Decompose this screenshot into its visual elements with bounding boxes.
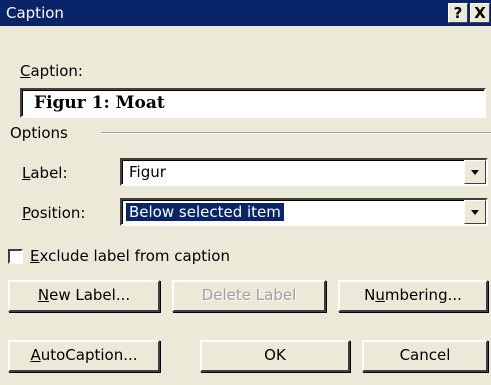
close-button[interactable]: X <box>470 3 490 23</box>
position-dropdown[interactable]: Below selected item <box>120 198 488 226</box>
caption-label: Caption: <box>20 62 83 80</box>
delete-label-button[interactable]: Delete Label <box>172 280 326 312</box>
title-bar[interactable]: Caption ? X <box>0 0 491 26</box>
numbering-pre: N <box>364 286 376 304</box>
label-field-rest: abel: <box>30 164 68 182</box>
caption-input[interactable]: Figur 1: Moat <box>20 88 486 118</box>
autocaption-button[interactable]: AutoCaption... <box>8 340 160 372</box>
new-label-button[interactable]: New Label... <box>8 280 160 312</box>
window-title: Caption <box>6 4 64 22</box>
autocaption-accel: A <box>30 346 41 364</box>
new-label-rest: ew Label... <box>49 286 131 304</box>
exclude-label-checkbox[interactable] <box>8 249 23 264</box>
label-dropdown-value: Figur <box>129 163 166 181</box>
caption-dialog: Caption ? X Caption: Figur 1: Moat Optio… <box>0 0 491 385</box>
numbering-button[interactable]: Numbering... <box>338 280 488 312</box>
caption-input-value: Figur 1: Moat <box>34 93 165 113</box>
options-group-label: Options <box>10 124 68 142</box>
label-dropdown-arrow-icon[interactable] <box>464 160 486 184</box>
numbering-rest: mbering... <box>384 286 462 304</box>
help-button[interactable]: ? <box>448 3 468 23</box>
label-field-label: Label: <box>22 164 68 182</box>
caption-label-rest: aption: <box>30 62 83 80</box>
caption-label-accel: C <box>20 62 31 80</box>
cancel-button[interactable]: Cancel <box>362 340 488 372</box>
autocaption-rest: utoCaption... <box>40 346 138 364</box>
new-label-accel: N <box>37 286 50 304</box>
position-dropdown-arrow-icon[interactable] <box>464 200 486 224</box>
numbering-accel: u <box>375 286 385 304</box>
position-field-rest: osition: <box>30 204 86 222</box>
label-dropdown[interactable]: Figur <box>120 158 488 186</box>
position-field-label: Position: <box>22 204 85 222</box>
position-dropdown-value: Below selected item <box>125 202 285 222</box>
position-field-accel: P <box>22 204 31 222</box>
exclude-label-text[interactable]: Exclude label from caption <box>30 247 230 265</box>
options-group-divider <box>101 132 491 134</box>
ok-button[interactable]: OK <box>200 340 350 372</box>
exclude-label-rest: xclude label from caption <box>39 247 230 265</box>
